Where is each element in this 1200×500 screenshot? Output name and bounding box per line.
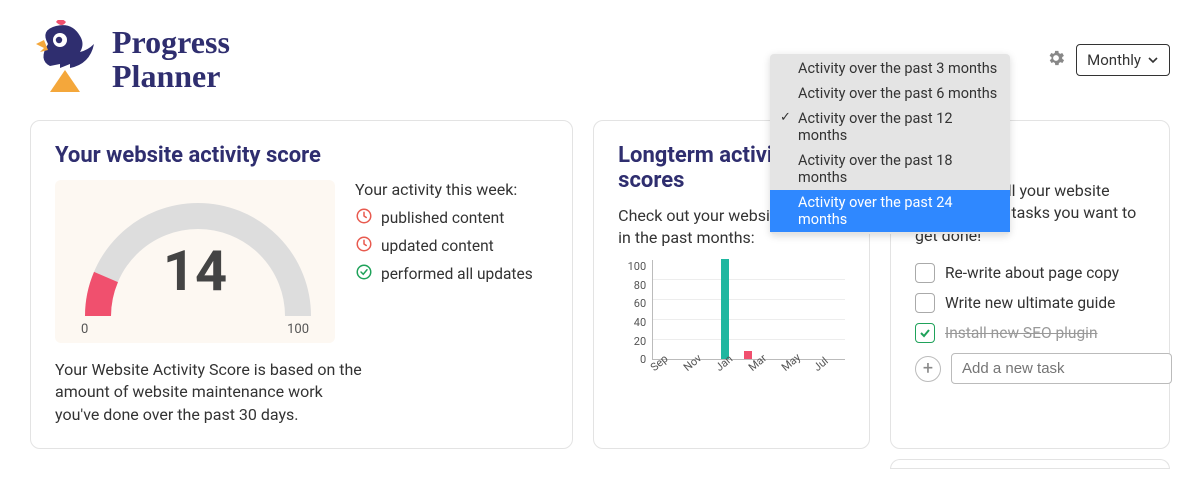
activity-item: performed all updates: [355, 263, 548, 285]
longterm-chart: 100806040200 SepNovJanMarMayJul: [618, 260, 845, 390]
chart-bar: [744, 351, 752, 359]
chart-ytick: 80: [618, 279, 646, 292]
gauge-min: 0: [81, 322, 88, 337]
progress-planner-mascot-icon: [30, 20, 100, 100]
activity-week-title: Your activity this week:: [355, 180, 548, 199]
todo-checkbox[interactable]: [915, 323, 935, 343]
range-option[interactable]: Activity over the past 18 months: [770, 148, 1010, 190]
add-task-input[interactable]: [951, 353, 1172, 384]
range-dropdown[interactable]: Activity over the past 3 monthsActivity …: [770, 54, 1010, 234]
activity-item: published content: [355, 207, 548, 229]
todo-item: Install new SEO plugin: [915, 323, 1145, 343]
todo-checkbox[interactable]: [915, 293, 935, 313]
todo-checkbox[interactable]: [915, 263, 935, 283]
frequency-label: Monthly: [1087, 51, 1141, 69]
range-option[interactable]: Activity over the past 12 months: [770, 106, 1010, 148]
chart-ytick: 40: [618, 316, 646, 329]
todo-item: Write new ultimate guide: [915, 293, 1145, 313]
frequency-select[interactable]: Monthly: [1076, 44, 1170, 76]
chart-ytick: 20: [618, 335, 646, 348]
clock-icon: [355, 235, 373, 257]
todo-item-label: Install new SEO plugin: [945, 324, 1098, 342]
logo: Progress Planner: [30, 20, 230, 100]
activity-score-card: Your website activity score 14 0 100 You…: [30, 120, 573, 449]
activity-item-label: performed all updates: [381, 265, 533, 283]
gauge-max: 100: [287, 322, 309, 337]
chart-ytick: 60: [618, 297, 646, 310]
activity-score-desc: Your Website Activity Score is based on …: [55, 359, 365, 426]
check-circle-icon: [355, 263, 373, 285]
gear-icon[interactable]: [1046, 48, 1066, 72]
gauge: 14 0 100: [55, 180, 335, 343]
range-option[interactable]: Activity over the past 3 months: [770, 56, 1010, 81]
logo-line2: Planner: [112, 60, 230, 94]
activity-item: updated content: [355, 235, 548, 257]
next-card-peek: [890, 459, 1170, 469]
activity-score-title: Your website activity score: [55, 143, 548, 168]
chart-ytick: 100: [618, 260, 646, 273]
chart-bar: [721, 259, 729, 359]
chart-ytick: 0: [618, 353, 646, 366]
clock-icon: [355, 207, 373, 229]
todo-item-label: Write new ultimate guide: [945, 294, 1115, 312]
add-task-button[interactable]: +: [915, 356, 941, 382]
logo-line1: Progress: [112, 26, 230, 60]
range-option[interactable]: Activity over the past 24 months: [770, 190, 1010, 232]
activity-item-label: published content: [381, 209, 504, 227]
chevron-down-icon: [1147, 54, 1159, 66]
range-option[interactable]: Activity over the past 6 months: [770, 81, 1010, 106]
todo-item-label: Re-write about page copy: [945, 264, 1119, 282]
todo-item: Re-write about page copy: [915, 263, 1145, 283]
activity-item-label: updated content: [381, 237, 494, 255]
gauge-value: 14: [55, 238, 335, 304]
